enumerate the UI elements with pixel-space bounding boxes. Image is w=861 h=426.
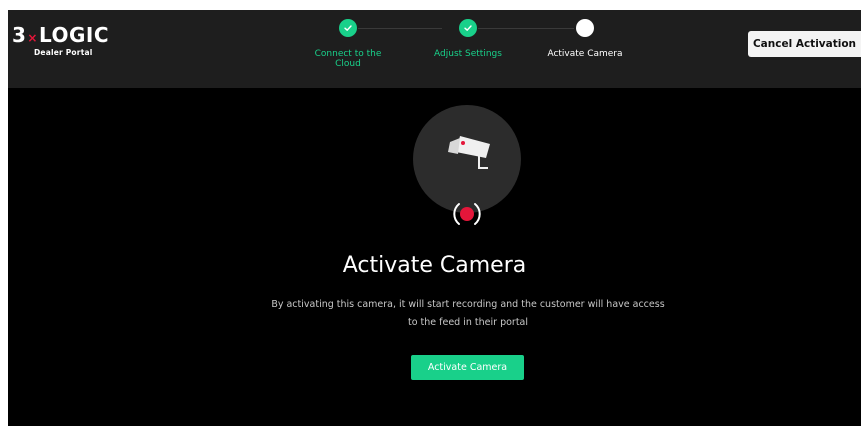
activate-camera-button[interactable]: Activate Camera bbox=[411, 355, 524, 380]
progress-stepper: Connect to the Cloud Adjust Settings Act… bbox=[8, 10, 861, 88]
page-title: Activate Camera bbox=[342, 253, 527, 278]
record-icon bbox=[453, 203, 481, 225]
step-3-label: Activate Camera bbox=[547, 49, 623, 59]
activation-description: By activating this camera, it will start… bbox=[271, 299, 665, 328]
step-3-current-icon bbox=[576, 19, 594, 37]
step-1-label: Connect to the Cloud bbox=[314, 49, 382, 69]
step-1-check-icon bbox=[339, 19, 357, 37]
stepper-connector bbox=[478, 28, 574, 29]
security-camera-icon bbox=[448, 136, 490, 169]
app-window: 3 × LOGIC Dealer Portal Connect to the C… bbox=[8, 10, 861, 426]
step-2-check-icon bbox=[459, 19, 477, 37]
cancel-activation-button[interactable]: Cancel Activation bbox=[748, 31, 861, 57]
stepper-connector bbox=[358, 28, 442, 29]
top-bar: 3 × LOGIC Dealer Portal Connect to the C… bbox=[8, 10, 861, 88]
step-2-label: Adjust Settings bbox=[434, 49, 502, 59]
